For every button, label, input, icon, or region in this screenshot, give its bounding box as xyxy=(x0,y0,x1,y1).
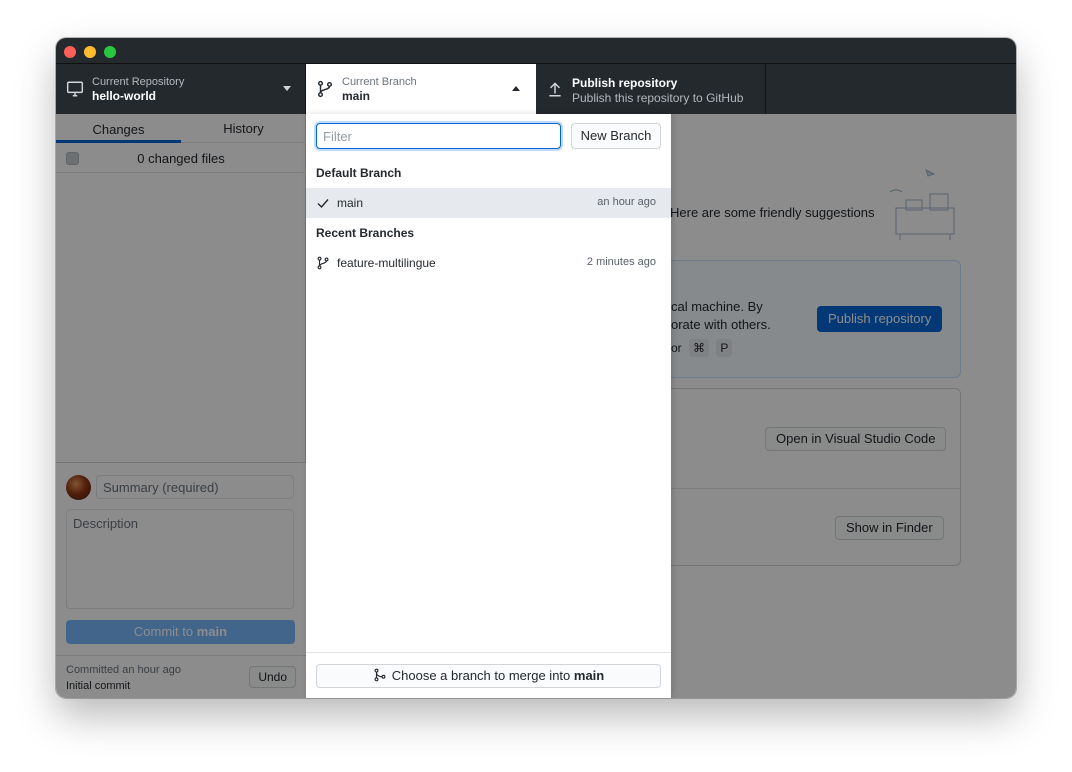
upload-icon xyxy=(549,82,561,97)
branch-item-name: main xyxy=(337,196,364,210)
current-branch-button[interactable]: Current Branch main xyxy=(306,64,536,114)
merge-bar: Choose a branch to merge into main xyxy=(306,652,671,698)
check-icon xyxy=(317,199,329,209)
merge-icon xyxy=(374,668,386,682)
title-bar xyxy=(56,38,1016,64)
branch-item-time: 2 minutes ago xyxy=(586,256,656,268)
chevron-down-icon xyxy=(283,86,291,91)
repository-name: hello-world xyxy=(92,89,156,103)
branch-icon xyxy=(317,256,329,270)
repository-label: Current Repository xyxy=(92,76,185,88)
toolbar: Current Repository hello-world Current B… xyxy=(56,64,1016,114)
branch-item-time: an hour ago xyxy=(597,196,656,208)
merge-button-label: Choose a branch to merge into xyxy=(391,668,571,683)
merge-into-branch-button[interactable]: Choose a branch to merge into main xyxy=(316,664,661,688)
publish-subtitle: Publish this repository to GitHub xyxy=(572,91,744,105)
branch-filter-input[interactable] xyxy=(316,123,561,149)
default-branch-heading: Default Branch xyxy=(316,166,402,180)
branch-dropdown: New Branch Default Branch main an hour a… xyxy=(306,114,671,698)
current-repository-button[interactable]: Current Repository hello-world xyxy=(56,64,306,114)
chevron-up-icon xyxy=(512,86,520,91)
computer-icon xyxy=(66,81,84,97)
app-window: Current Repository hello-world Current B… xyxy=(56,38,1016,698)
branch-item-main[interactable]: main an hour ago xyxy=(306,188,671,218)
branch-item-feature-multilingue[interactable]: feature-multilingue 2 minutes ago xyxy=(306,248,671,278)
branch-name: main xyxy=(342,89,371,103)
recent-branches-heading: Recent Branches xyxy=(316,226,415,240)
branch-item-name: feature-multilingue xyxy=(337,256,436,270)
branch-label: Current Branch xyxy=(342,76,417,88)
publish-title: Publish repository xyxy=(572,76,678,90)
close-window-button[interactable] xyxy=(64,46,76,58)
zoom-window-button[interactable] xyxy=(104,46,116,58)
new-branch-button[interactable]: New Branch xyxy=(571,123,661,149)
minimize-window-button[interactable] xyxy=(84,46,96,58)
branch-icon xyxy=(317,80,333,98)
publish-repository-button[interactable]: Publish repository Publish this reposito… xyxy=(536,64,766,114)
merge-button-branch: main xyxy=(573,668,605,683)
